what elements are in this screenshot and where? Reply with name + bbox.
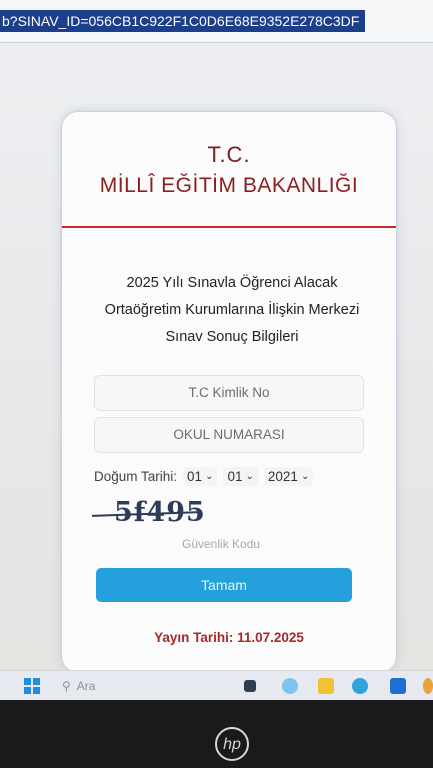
school-number-input[interactable]: OKUL NUMARASI bbox=[94, 417, 364, 453]
edge-browser-icon[interactable] bbox=[352, 678, 368, 694]
submit-button[interactable]: Tamam bbox=[96, 568, 352, 602]
address-bar[interactable]: b?SINAV_ID=056CB1C922F1C0D6E68E9352E278C… bbox=[0, 0, 433, 43]
birth-date-row: Doğum Tarihi: 01 ⌄ 01 ⌄ 2021 ⌄ bbox=[94, 464, 314, 488]
heading-tc: T.C. bbox=[207, 142, 251, 167]
chevron-down-icon: ⌄ bbox=[300, 470, 310, 482]
chrome-icon[interactable] bbox=[423, 678, 433, 694]
search-icon: ⚲ bbox=[62, 679, 71, 693]
captcha-image: 5f495 bbox=[91, 497, 205, 528]
chevron-down-icon: ⌄ bbox=[245, 470, 254, 482]
captcha-text: 5f495 bbox=[114, 497, 206, 528]
year-value: 2021 bbox=[267, 468, 298, 484]
month-select[interactable]: 01 ⌄ bbox=[223, 466, 258, 486]
widgets-icon[interactable] bbox=[282, 678, 298, 694]
day-value: 01 bbox=[187, 468, 203, 484]
screen: b?SINAV_ID=056CB1C922F1C0D6E68E9352E278C… bbox=[0, 0, 433, 700]
laptop-bezel bbox=[0, 700, 433, 768]
exam-info: 2025 Yılı Sınavla Öğrenci Alacak Ortaöğr… bbox=[82, 270, 382, 351]
taskbar-search-label: Ara bbox=[76, 679, 96, 693]
heading-ministry: MİLLÎ EĞİTİM BAKANLIĞI bbox=[99, 174, 359, 197]
title-divider bbox=[62, 226, 396, 228]
store-icon[interactable] bbox=[390, 678, 406, 694]
publish-date: Yayın Tarihi: 11.07.2025 bbox=[154, 630, 304, 645]
info-line: 2025 Yılı Sınavla Öğrenci Alacak bbox=[126, 275, 338, 291]
taskbar: ⚲ Ara bbox=[0, 670, 433, 700]
year-select[interactable]: 2021 ⌄ bbox=[263, 466, 314, 486]
info-line: Ortaöğretim Kurumlarına İlişkin Merkezi bbox=[104, 302, 360, 318]
month-value: 01 bbox=[227, 468, 243, 484]
info-line: Sınav Sonuç Bilgileri bbox=[165, 329, 299, 345]
url-text[interactable]: b?SINAV_ID=056CB1C922F1C0D6E68E9352E278C… bbox=[0, 10, 366, 32]
windows-start-icon[interactable] bbox=[24, 678, 40, 694]
result-card: T.C. MİLLÎ EĞİTİM BAKANLIĞI 2025 Yılı Sı… bbox=[62, 112, 396, 672]
day-select[interactable]: 01 ⌄ bbox=[183, 466, 218, 486]
hp-logo-icon: hp bbox=[215, 727, 249, 761]
tc-kimlik-input[interactable]: T.C Kimlik No bbox=[94, 375, 364, 411]
file-explorer-icon[interactable] bbox=[318, 678, 334, 694]
birth-date-label: Doğum Tarihi: bbox=[94, 468, 178, 484]
taskview-icon[interactable] bbox=[244, 680, 256, 692]
chevron-down-icon: ⌄ bbox=[205, 470, 214, 482]
security-code-input[interactable]: Güvenlik Kodu bbox=[182, 537, 260, 551]
taskbar-search[interactable]: ⚲ Ara bbox=[62, 679, 95, 693]
